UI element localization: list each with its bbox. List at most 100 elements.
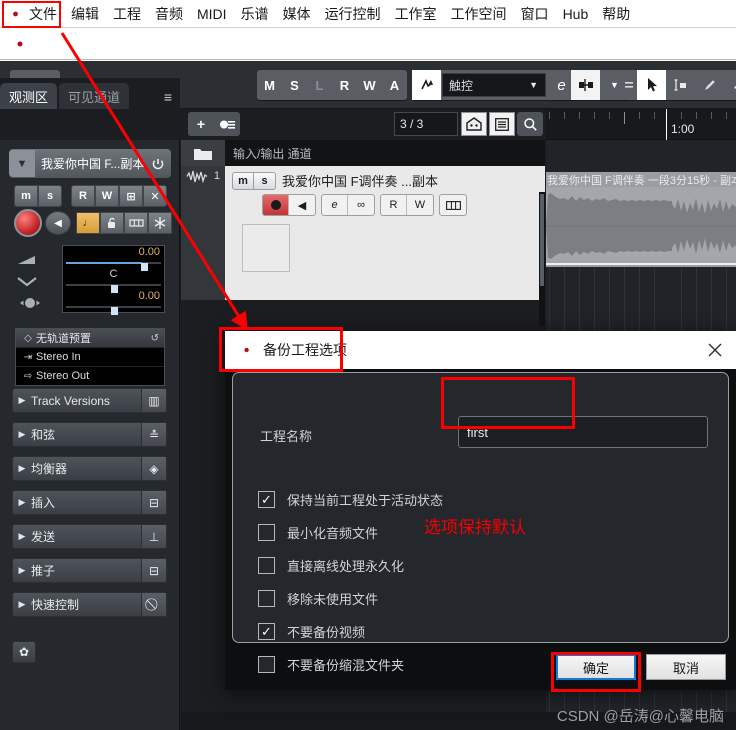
track-count-display[interactable]: 3 / 3	[394, 112, 458, 136]
state-button-m[interactable]: M	[257, 70, 282, 100]
menu-item-hub[interactable]: Hub	[556, 4, 596, 24]
power-icon[interactable]	[145, 150, 171, 177]
track-row[interactable]: 1 m s 我爱你中国 F调伴奏 ...副本 ◀ e ∞ R W	[181, 166, 545, 326]
automation-mode-icon[interactable]	[412, 70, 441, 100]
menu-item-window[interactable]: 窗口	[514, 2, 556, 26]
option-keep-project-active[interactable]: ✓ 保持当前工程处于活动状态	[258, 483, 443, 516]
pan-slider[interactable]: C	[63, 268, 164, 293]
checkbox[interactable]: ✓	[258, 491, 275, 508]
menu-item-project[interactable]: 工程	[106, 2, 148, 26]
output-routing-row[interactable]: ⇨ Stereo Out	[16, 367, 164, 385]
state-button-w[interactable]: W	[357, 70, 382, 100]
inspector-section-sends[interactable]: ▶ 发送 ⊥	[12, 524, 167, 549]
track-list-scrollbar[interactable]	[539, 192, 545, 326]
track-read-button[interactable]: R	[381, 195, 407, 215]
record-enable-icon[interactable]	[14, 209, 42, 237]
volume-slider[interactable]: 0.00	[63, 246, 164, 271]
record-enable-icon[interactable]	[263, 195, 289, 215]
grid-icon[interactable]	[621, 70, 637, 100]
checkbox[interactable]	[258, 590, 275, 607]
fader-icon[interactable]: ⊟	[141, 559, 166, 582]
timeline-ruler[interactable]: 1:00	[546, 109, 736, 140]
inspector-read-button[interactable]: R	[71, 185, 95, 207]
inspector-edit-channel-icon[interactable]: ⊞	[119, 185, 143, 207]
menu-item-scores[interactable]: 乐谱	[234, 2, 276, 26]
monitor-icon[interactable]: ◀	[45, 211, 71, 235]
option-minimize-audio-files[interactable]: 最小化音频文件	[258, 516, 443, 549]
state-button-r[interactable]: R	[332, 70, 357, 100]
cancel-button[interactable]: 取消	[646, 654, 726, 680]
search-icon[interactable]	[517, 112, 543, 136]
inspector-section-quick-controls[interactable]: ▶ 快速控制 ⃠	[12, 592, 167, 617]
quick-controls-icon[interactable]: ⃠	[141, 593, 166, 616]
track-card[interactable]: m s 我爱你中国 F调伴奏 ...副本 ◀ e ∞ R W	[225, 166, 545, 300]
input-routing-row[interactable]: ⇥ Stereo In	[16, 348, 164, 367]
menu-item-file[interactable]: 文件	[25, 2, 64, 26]
plus-icon[interactable]: +	[188, 112, 214, 136]
eq-icon[interactable]: ◈	[141, 457, 166, 480]
sends-icon[interactable]: ⊥	[141, 525, 166, 548]
inspector-section-chords[interactable]: ▶ 和弦 ≛	[12, 422, 167, 447]
option-remove-unused-files[interactable]: 移除未使用文件	[258, 582, 443, 615]
hamburger-icon[interactable]: ≡	[164, 89, 180, 109]
ok-button[interactable]: 确定	[556, 654, 636, 680]
menu-item-audio[interactable]: 音频	[148, 2, 190, 26]
dialog-title-bar[interactable]: 备份工程选项	[225, 331, 736, 369]
inspector-mute-button[interactable]: m	[14, 185, 38, 207]
track-thumbnail[interactable]	[242, 224, 290, 272]
track-edit-button[interactable]: e	[322, 195, 348, 215]
io-lane[interactable]	[546, 140, 736, 173]
inspector-solo-button[interactable]: s	[38, 185, 62, 207]
versions-icon[interactable]: ▥	[141, 389, 166, 412]
inspector-track-header[interactable]: ▼ 我爱你中国 F...副本	[9, 149, 171, 178]
track-solo-button[interactable]: s	[254, 172, 276, 190]
menu-item-midi[interactable]: MIDI	[190, 4, 234, 24]
option-freeze-offline-processing[interactable]: 直接离线处理永久化	[258, 549, 443, 582]
lanes-icon[interactable]	[124, 212, 148, 234]
musical-mode-icon[interactable]: ♩	[76, 212, 100, 234]
audio-clip[interactable]: 我爱你中国 F调伴奏 一段3分15秒 - 副本	[546, 172, 736, 267]
option-do-not-backup-video[interactable]: ✓ 不要备份视频	[258, 615, 443, 648]
gear-icon[interactable]: ✿	[12, 641, 36, 663]
inspector-section-inserts[interactable]: ▶ 插入 ⊟	[12, 490, 167, 515]
close-icon[interactable]	[694, 331, 736, 369]
lanes-icon[interactable]	[440, 195, 466, 215]
inspector-write-button[interactable]: W	[95, 185, 119, 207]
menu-item-studio[interactable]: 工作室	[388, 2, 444, 26]
chevron-down-icon[interactable]: ▼	[9, 150, 35, 177]
checkbox[interactable]: ✓	[258, 623, 275, 640]
menu-item-edit[interactable]: 编辑	[64, 2, 106, 26]
state-button-l[interactable]: L	[307, 70, 332, 100]
delay-handle[interactable]	[111, 307, 118, 315]
list-icon[interactable]	[489, 112, 515, 136]
home-icon[interactable]	[461, 112, 487, 136]
menu-item-media[interactable]: 媒体	[276, 2, 318, 26]
range-tool-icon[interactable]	[666, 70, 695, 100]
reset-icon[interactable]: ↺	[151, 333, 164, 344]
inspector-section-fader[interactable]: ▶ 推子 ⊟	[12, 558, 167, 583]
unlock-icon[interactable]	[100, 212, 124, 234]
io-channel-row[interactable]: 输入/输出 通道	[181, 140, 545, 166]
playhead[interactable]	[666, 109, 667, 140]
automation-mode-select[interactable]: 触控 ▼	[442, 73, 546, 97]
link-icon[interactable]: ∞	[348, 195, 374, 215]
eraser-tool-icon[interactable]	[724, 70, 736, 100]
monitor-icon[interactable]: ◀	[289, 195, 315, 215]
pencil-tool-icon[interactable]	[695, 70, 724, 100]
menu-item-transport[interactable]: 运行控制	[318, 2, 388, 26]
checkbox[interactable]	[258, 557, 275, 574]
add-track-icon[interactable]	[214, 112, 240, 136]
tab-inspector[interactable]: 观测区	[0, 83, 58, 109]
track-mute-button[interactable]: m	[232, 172, 254, 190]
inspector-section-equalizer[interactable]: ▶ 均衡器 ◈	[12, 456, 167, 481]
inserts-icon[interactable]: ⊟	[141, 491, 166, 514]
inspector-section-track-versions[interactable]: ▶ Track Versions ▥	[12, 388, 167, 413]
delay-slider[interactable]: 0.00	[63, 290, 164, 315]
arrow-tool-icon[interactable]	[637, 70, 666, 100]
track-write-button[interactable]: W	[407, 195, 433, 215]
track-preset-row[interactable]: ◇ 无轨道预置 ↺	[16, 329, 164, 348]
checkbox[interactable]	[258, 524, 275, 541]
project-name-input[interactable]	[458, 416, 708, 448]
menu-item-workspaces[interactable]: 工作空间	[444, 2, 514, 26]
state-button-s[interactable]: S	[282, 70, 307, 100]
